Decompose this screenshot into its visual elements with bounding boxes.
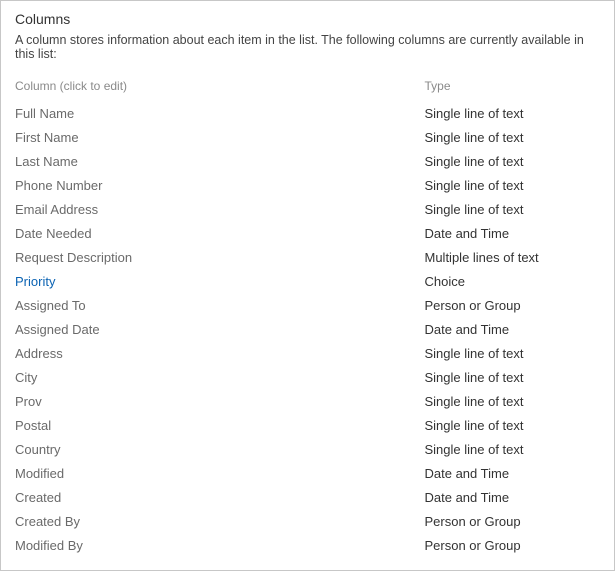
column-type-cell: Single line of text: [425, 101, 601, 125]
column-name-cell: Assigned Date: [15, 317, 425, 341]
column-type-cell: Date and Time: [425, 317, 601, 341]
table-row: Priority Choice: [15, 269, 600, 293]
column-type-cell: Date and Time: [425, 461, 601, 485]
column-link[interactable]: Last Name: [15, 154, 78, 169]
column-name-cell: Country: [15, 437, 425, 461]
section-title: Columns: [15, 11, 600, 27]
column-link[interactable]: Address: [15, 346, 63, 361]
column-type-cell: Single line of text: [425, 149, 601, 173]
column-name-cell: First Name: [15, 125, 425, 149]
column-type-cell: Person or Group: [425, 293, 601, 317]
column-type-cell: Person or Group: [425, 533, 601, 557]
column-type-cell: Single line of text: [425, 413, 601, 437]
table-row: Created Date and Time: [15, 485, 600, 509]
column-link[interactable]: Date Needed: [15, 226, 92, 241]
column-type-cell: Single line of text: [425, 341, 601, 365]
column-name-cell: Assigned To: [15, 293, 425, 317]
table-row: Modified By Person or Group: [15, 533, 600, 557]
table-row: Prov Single line of text: [15, 389, 600, 413]
column-name-cell: Date Needed: [15, 221, 425, 245]
column-link[interactable]: Postal: [15, 418, 51, 433]
column-type-cell: Single line of text: [425, 197, 601, 221]
table-row: Full Name Single line of text: [15, 101, 600, 125]
column-name-cell: Created: [15, 485, 425, 509]
column-name-cell: Prov: [15, 389, 425, 413]
column-link[interactable]: Full Name: [15, 106, 74, 121]
column-link[interactable]: Priority: [15, 274, 55, 289]
column-name-cell: Modified: [15, 461, 425, 485]
table-row: Date Needed Date and Time: [15, 221, 600, 245]
column-type-cell: Person or Group: [425, 509, 601, 533]
table-row: City Single line of text: [15, 365, 600, 389]
column-name-cell: Request Description: [15, 245, 425, 269]
column-type-cell: Single line of text: [425, 437, 601, 461]
column-name-cell: Last Name: [15, 149, 425, 173]
column-link[interactable]: Assigned To: [15, 298, 86, 313]
column-name-cell: Postal: [15, 413, 425, 437]
table-row: Postal Single line of text: [15, 413, 600, 437]
column-type-cell: Single line of text: [425, 389, 601, 413]
column-type-cell: Date and Time: [425, 221, 601, 245]
column-name-cell: Modified By: [15, 533, 425, 557]
column-type-cell: Date and Time: [425, 485, 601, 509]
column-link[interactable]: City: [15, 370, 37, 385]
columns-header-row: Column (click to edit) Type: [15, 77, 600, 101]
column-link[interactable]: First Name: [15, 130, 79, 145]
table-row: Country Single line of text: [15, 437, 600, 461]
table-row: Created By Person or Group: [15, 509, 600, 533]
column-link[interactable]: Modified By: [15, 538, 83, 553]
column-link[interactable]: Phone Number: [15, 178, 102, 193]
column-name-cell: Priority: [15, 269, 425, 293]
column-type-cell: Choice: [425, 269, 601, 293]
table-row: Modified Date and Time: [15, 461, 600, 485]
header-column: Column (click to edit): [15, 77, 425, 101]
column-link[interactable]: Modified: [15, 466, 64, 481]
column-link[interactable]: Request Description: [15, 250, 132, 265]
table-row: First Name Single line of text: [15, 125, 600, 149]
column-link[interactable]: Created: [15, 490, 61, 505]
table-row: Phone Number Single line of text: [15, 173, 600, 197]
column-type-cell: Single line of text: [425, 173, 601, 197]
table-row: Email Address Single line of text: [15, 197, 600, 221]
column-link[interactable]: Prov: [15, 394, 42, 409]
table-row: Request Description Multiple lines of tex…: [15, 245, 600, 269]
columns-table: Column (click to edit) Type Full Name Sin…: [15, 77, 600, 557]
column-type-cell: Single line of text: [425, 365, 601, 389]
header-type: Type: [425, 77, 601, 101]
column-name-cell: Address: [15, 341, 425, 365]
columns-panel: Columns A column stores information abou…: [0, 0, 615, 571]
column-type-cell: Single line of text: [425, 125, 601, 149]
column-name-cell: City: [15, 365, 425, 389]
table-row: Address Single line of text: [15, 341, 600, 365]
column-link[interactable]: Created By: [15, 514, 80, 529]
column-name-cell: Email Address: [15, 197, 425, 221]
column-link[interactable]: Country: [15, 442, 61, 457]
column-link[interactable]: Assigned Date: [15, 322, 100, 337]
table-row: Last Name Single line of text: [15, 149, 600, 173]
column-name-cell: Full Name: [15, 101, 425, 125]
table-row: Assigned Date Date and Time: [15, 317, 600, 341]
column-link[interactable]: Email Address: [15, 202, 98, 217]
column-type-cell: Multiple lines of text: [425, 245, 601, 269]
table-row: Assigned To Person or Group: [15, 293, 600, 317]
column-name-cell: Created By: [15, 509, 425, 533]
section-description: A column stores information about each i…: [15, 33, 600, 61]
column-name-cell: Phone Number: [15, 173, 425, 197]
